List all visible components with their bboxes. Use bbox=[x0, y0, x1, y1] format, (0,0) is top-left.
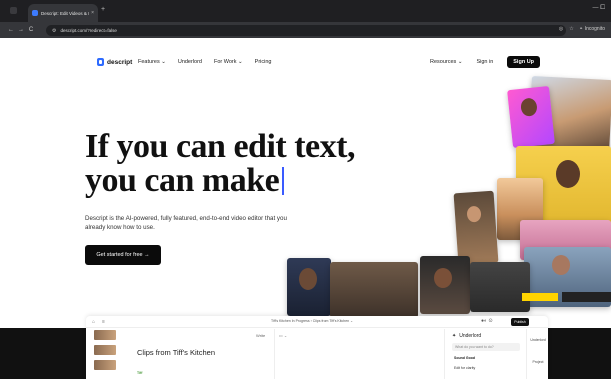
rail-project: Project bbox=[532, 360, 544, 364]
bookmark-star-icon[interactable]: ☆ bbox=[569, 26, 573, 32]
tab-search-icon[interactable] bbox=[10, 7, 17, 14]
scene-thumbnail bbox=[94, 345, 116, 355]
descript-logo[interactable]: descript bbox=[97, 58, 132, 66]
video-tile-people-pink bbox=[507, 85, 555, 149]
logo-text: descript bbox=[107, 58, 133, 66]
eye-off-icon[interactable]: ◎ bbox=[559, 26, 563, 32]
nav-features[interactable]: Features ⌄ bbox=[138, 59, 166, 65]
descript-logo-icon bbox=[97, 58, 104, 66]
scene-thumbnail bbox=[94, 330, 116, 340]
caption-bar bbox=[562, 292, 611, 302]
browser-tab-bar: Descript: Edit Videos & Podca... × + — ⧠ bbox=[0, 0, 611, 22]
underlord-panel-title: ✦ Underlord bbox=[452, 333, 481, 339]
panel-item: Edit for clarity bbox=[454, 366, 476, 370]
browser-tab[interactable]: Descript: Edit Videos & Podca... × bbox=[28, 4, 98, 22]
url-text: descript.com/?redirect=false bbox=[60, 28, 117, 33]
menu-icon: ≡ bbox=[102, 319, 105, 325]
underlord-icon: ✦ bbox=[452, 333, 457, 339]
hero-line-2: you can make bbox=[85, 162, 280, 199]
nav-resources[interactable]: Resources ⌄ bbox=[430, 59, 462, 65]
address-bar[interactable]: ⚙ descript.com/?redirect=false bbox=[46, 25, 566, 36]
caption-sticker bbox=[522, 293, 558, 301]
page-root: Descript: Edit Videos & Podca... × + — ⧠… bbox=[0, 0, 611, 379]
rail-underlord: Underlord bbox=[530, 338, 546, 342]
pane-divider bbox=[274, 329, 275, 379]
nav-underlord[interactable]: Underlord bbox=[178, 59, 202, 65]
video-tile-woman-headphones bbox=[420, 256, 470, 314]
nav-right: Resources ⌄ Sign in Sign Up bbox=[430, 56, 541, 68]
video-tile-person-left bbox=[453, 190, 499, 266]
reload-icon[interactable]: C bbox=[26, 27, 36, 33]
hero-heading: If you can edit text, you can make bbox=[85, 130, 355, 198]
sign-up-button[interactable]: Sign Up bbox=[507, 56, 541, 68]
underlord-label: Underlord bbox=[459, 333, 482, 339]
home-icon: ⌂ bbox=[92, 319, 96, 325]
hero-line-2-wrap: you can make bbox=[85, 164, 355, 198]
app-breadcrumb: Tiff's Kitchen In Progress › Clips from … bbox=[271, 319, 354, 323]
right-rail bbox=[526, 329, 548, 379]
scene-thumbnails bbox=[94, 330, 116, 375]
avatars-icon: ●◐ ⊙ bbox=[481, 318, 493, 324]
tab-close-icon[interactable]: × bbox=[91, 10, 94, 16]
video-tile-dark bbox=[470, 262, 530, 312]
video-tile-kitchen bbox=[330, 262, 418, 318]
sign-in-link[interactable]: Sign in bbox=[476, 59, 493, 65]
underlord-search: What do you want to do? bbox=[452, 343, 520, 351]
browser-toolbar: ← → C ⚙ descript.com/?redirect=false ◎ ☆… bbox=[0, 22, 611, 38]
publish-button: Publish bbox=[511, 318, 529, 326]
nav-pricing[interactable]: Pricing bbox=[255, 59, 272, 65]
get-started-button[interactable]: Get started for free → bbox=[85, 245, 161, 265]
doc-title: Clips from Tiff's Kitchen bbox=[137, 348, 215, 357]
app-preview: ⌂ ≡ Tiff's Kitchen In Progress › Clips f… bbox=[86, 316, 548, 379]
app-topbar: ⌂ ≡ Tiff's Kitchen In Progress › Clips f… bbox=[86, 316, 548, 328]
incognito-label: Incognito bbox=[584, 26, 605, 32]
speaker-label: Tiff bbox=[137, 371, 143, 375]
hero-line-1: If you can edit text, bbox=[85, 128, 355, 165]
pane-divider-right bbox=[444, 329, 445, 379]
window-controls[interactable]: — ⧠ bbox=[593, 5, 605, 12]
incognito-indicator[interactable]: ◓ Incognito bbox=[580, 26, 605, 32]
hero-subtitle: Descript is the AI-powered, fully featur… bbox=[85, 215, 287, 231]
layout-icon: ▭ ⌄ bbox=[279, 333, 288, 338]
scene-thumbnail bbox=[94, 360, 116, 370]
text-caret bbox=[282, 167, 285, 195]
video-tile-man-blue bbox=[287, 258, 331, 316]
new-tab-icon[interactable]: + bbox=[101, 6, 105, 13]
back-arrow-icon[interactable]: ← bbox=[6, 27, 16, 33]
forward-arrow-icon[interactable]: → bbox=[16, 27, 26, 33]
descript-favicon-icon bbox=[32, 10, 38, 16]
nav-for-work[interactable]: For Work ⌄ bbox=[214, 59, 243, 65]
toolbar-right: ◎ ☆ ◓ Incognito bbox=[559, 26, 605, 32]
main-nav: Features ⌄ Underlord For Work ⌄ Pricing bbox=[138, 59, 271, 65]
panel-section-title: Sound Good bbox=[454, 356, 475, 360]
tab-title: Descript: Edit Videos & Podca... bbox=[41, 10, 89, 16]
write-mode: Write bbox=[256, 333, 266, 338]
site-info-icon[interactable]: ⚙ bbox=[52, 28, 56, 34]
incognito-icon: ◓ bbox=[579, 26, 583, 32]
